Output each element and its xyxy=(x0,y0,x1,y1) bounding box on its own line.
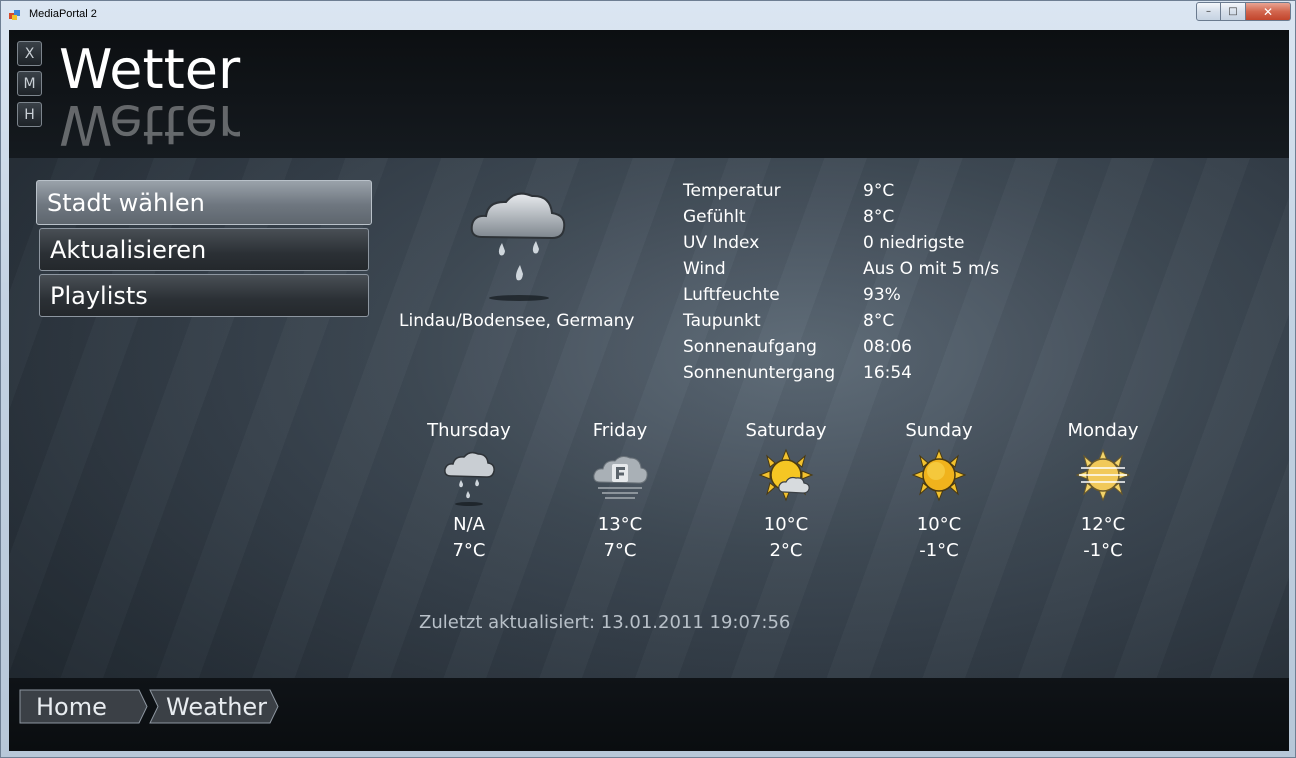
detail-value: Aus O mit 5 m/s xyxy=(863,259,1000,279)
detail-label: Luftfeuchte xyxy=(683,285,780,305)
header-bar: X M H Wetter Wetter xyxy=(9,30,1289,158)
detail-label: Temperatur xyxy=(683,181,781,201)
home-shortcut-button[interactable]: H xyxy=(17,102,42,127)
partly-sunny-icon xyxy=(758,448,814,502)
forecast-day: Monday 12°C -1°C xyxy=(1028,420,1178,566)
rain-cloud-icon xyxy=(444,451,495,506)
forecast-high: N/A xyxy=(453,514,485,535)
title-bar[interactable]: MediaPortal 2 – □ ✕ xyxy=(1,1,1296,29)
mediaportal-screen: X M H Wetter Wetter Stadt wählen Aktuali… xyxy=(9,30,1289,751)
app-icon xyxy=(9,10,20,20)
rain-cloud-icon xyxy=(470,192,566,301)
sun-icon xyxy=(911,448,967,502)
forecast-high: 12°C xyxy=(1080,514,1126,535)
last-updated-label: Zuletzt aktualisiert: 13.01.2011 19:07:5… xyxy=(419,612,791,633)
minimize-app-button[interactable]: M xyxy=(17,71,42,96)
forecast-day-name: Sunday xyxy=(905,420,973,441)
forecast-high: 13°C xyxy=(597,514,643,535)
exit-button[interactable]: X xyxy=(17,41,42,66)
breadcrumb-weather[interactable]: Weather xyxy=(149,689,281,724)
breadcrumb-home-label: Home xyxy=(36,692,107,721)
detail-label: UV Index xyxy=(683,233,760,253)
forecast-day-name: Thursday xyxy=(427,420,511,441)
detail-value: 8°C xyxy=(863,207,895,227)
window-title: MediaPortal 2 xyxy=(29,8,97,20)
location-label: Lindau/Bodensee, Germany xyxy=(399,311,635,331)
forecast-day-name: Saturday xyxy=(745,420,827,441)
maximize-button[interactable]: □ xyxy=(1221,2,1246,21)
forecast-day: Thursday N/A 7°C xyxy=(394,420,544,566)
detail-value: 9°C xyxy=(863,181,895,201)
detail-label: Taupunkt xyxy=(683,311,761,331)
menu-item-refresh[interactable]: Aktualisieren xyxy=(39,228,369,271)
minimize-button[interactable]: – xyxy=(1196,2,1221,21)
footer-bar: Home Weather xyxy=(9,678,1289,751)
page-title: Wetter xyxy=(59,38,241,101)
forecast-high: 10°C xyxy=(916,514,962,535)
forecast-low: 2°C xyxy=(769,540,803,561)
detail-label: Gefühlt xyxy=(683,207,746,227)
forecast-high: 10°C xyxy=(763,514,809,535)
detail-value: 8°C xyxy=(863,311,895,331)
forecast-low: -1°C xyxy=(919,540,959,561)
detail-value: 0 niedrigste xyxy=(863,233,965,253)
forecast-day-name: Friday xyxy=(592,420,648,441)
detail-value: 93% xyxy=(863,285,901,305)
detail-value: 08:06 xyxy=(863,337,912,357)
close-window-button[interactable]: ✕ xyxy=(1246,2,1291,21)
app-window: MediaPortal 2 – □ ✕ X M H Wetter Wetter … xyxy=(0,0,1296,758)
forecast-low: 7°C xyxy=(452,540,486,561)
detail-label: Wind xyxy=(683,259,726,279)
forecast-low: -1°C xyxy=(1083,540,1123,561)
detail-value: 16:54 xyxy=(863,363,912,383)
breadcrumb-home[interactable]: Home xyxy=(19,689,149,724)
detail-label: Sonnenaufgang xyxy=(683,337,817,357)
menu-item-choose-city[interactable]: Stadt wählen xyxy=(36,180,372,225)
forecast-day-name: Monday xyxy=(1067,420,1139,441)
detail-label: Sonnenuntergang xyxy=(683,363,836,383)
forecast-low: 7°C xyxy=(603,540,637,561)
forecast-day: Sunday 10°C -1°C xyxy=(864,420,1014,566)
breadcrumb-weather-label: Weather xyxy=(166,692,268,721)
forecast-day: Friday 13°C 7°C xyxy=(545,420,695,566)
menu-item-playlists[interactable]: Playlists xyxy=(39,274,369,317)
fog-icon xyxy=(593,456,648,499)
hazy-sun-icon xyxy=(1075,448,1131,502)
forecast-day: Saturday 10°C 2°C xyxy=(711,420,861,566)
page-title-reflection: Wetter xyxy=(59,94,241,154)
